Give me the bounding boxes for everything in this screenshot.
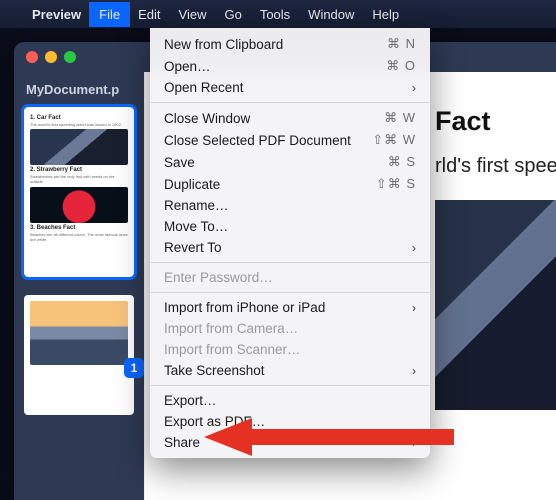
menubar: Preview File Edit View Go Tools Window H… [0,0,556,28]
menu-shortcut: ⌘ N [387,36,416,52]
menu-item-label: Share [164,435,200,450]
close-traffic-light[interactable] [26,51,38,63]
menu-item-label: Take Screenshot [164,363,265,378]
menu-item-label: Save [164,155,195,170]
page-body-fragment: rld's first speeding [435,155,556,178]
menu-item-open-recent[interactable]: Open Recent › [150,77,430,98]
menu-item-close-window[interactable]: Close Window ⌘ W [150,107,430,129]
zoom-traffic-light[interactable] [64,51,76,63]
menu-shortcut: ⇧⌘ S [376,176,416,192]
menu-separator [150,385,430,386]
thumb-heading: 1. Car Fact [30,115,128,121]
menu-shortcut: ⌘ O [386,58,416,74]
app-name[interactable]: Preview [32,7,81,22]
menu-item-revert-to[interactable]: Revert To › [150,237,430,258]
menu-shortcut: ⌘ S [388,154,416,170]
menu-item-enter-password: Enter Password… [150,267,430,288]
menu-shortcut: ⌘ W [384,110,416,126]
menu-item-rename[interactable]: Rename… [150,195,430,216]
page-photo [435,200,556,410]
menu-separator [150,262,430,263]
menu-item-label: Enter Password… [164,270,273,285]
thumb-text: Strawberries are the only fruit with see… [30,174,128,184]
menu-window[interactable]: Window [308,7,354,22]
menu-item-label: Close Selected PDF Document [164,133,351,148]
file-menu-dropdown: New from Clipboard ⌘ N Open… ⌘ O Open Recent… [150,28,430,458]
page-heading-fragment: Fact [435,106,556,137]
menu-file[interactable]: File [89,2,130,27]
menu-shortcut: ⇧⌘ W [372,132,416,148]
thumb-image-strawberry [30,187,128,223]
menu-item-label: Open Recent [164,80,244,95]
menu-separator [150,292,430,293]
chevron-right-icon: › [412,81,416,95]
menu-help[interactable]: Help [372,7,399,22]
menu-item-import-from-iphone-or-ipad[interactable]: Import from iPhone or iPad › [150,297,430,318]
menu-item-label: Move To… [164,219,228,234]
chevron-right-icon: › [412,301,416,315]
thumb-text: Beaches are all different colors. The mo… [30,232,128,242]
menu-item-new-from-clipboard[interactable]: New from Clipboard ⌘ N [150,33,430,55]
menu-item-label: Close Window [164,111,250,126]
page-index-badge: 1 [124,358,144,378]
menu-item-label: Duplicate [164,177,220,192]
annotation-arrow [204,414,454,460]
document-tab[interactable]: MyDocument.p [24,78,134,107]
thumb-heading: 2. Strawberry Fact [30,167,128,173]
thumb-image-car [30,129,128,165]
menu-go[interactable]: Go [224,7,241,22]
menu-edit[interactable]: Edit [138,7,160,22]
menu-separator [150,102,430,103]
menu-item-label: Import from Scanner… [164,342,301,357]
menu-view[interactable]: View [179,7,207,22]
thumb-heading: 3. Beaches Fact [30,225,128,231]
menu-item-import-from-camera: Import from Camera… [150,318,430,339]
menu-item-label: Revert To [164,240,222,255]
menu-item-close-selected-pdf-document[interactable]: Close Selected PDF Document ⇧⌘ W [150,129,430,151]
menu-tools[interactable]: Tools [260,7,290,22]
chevron-right-icon: › [412,241,416,255]
menu-item-export[interactable]: Export… [150,390,430,411]
menu-item-label: Import from Camera… [164,321,298,336]
menu-item-move-to[interactable]: Move To… [150,216,430,237]
menu-item-label: Open… [164,59,211,74]
chevron-right-icon: › [412,364,416,378]
page-thumbnail-1[interactable]: 1. Car Fact The world's first speeding t… [24,107,134,277]
minimize-traffic-light[interactable] [45,51,57,63]
menu-item-label: New from Clipboard [164,37,283,52]
menu-item-import-from-scanner: Import from Scanner… [150,339,430,360]
menu-item-label: Import from iPhone or iPad [164,300,325,315]
sidebar: MyDocument.p 1. Car Fact The world's fir… [14,72,144,500]
menu-item-save[interactable]: Save ⌘ S [150,151,430,173]
menu-item-open[interactable]: Open… ⌘ O [150,55,430,77]
thumb-text: The world's first speeding ticket was is… [30,122,128,127]
page-thumbnail-2[interactable] [24,295,134,415]
menu-item-label: Export… [164,393,217,408]
menu-item-take-screenshot[interactable]: Take Screenshot › [150,360,430,381]
menu-item-duplicate[interactable]: Duplicate ⇧⌘ S [150,173,430,195]
menu-item-label: Rename… [164,198,229,213]
thumb-image-sunset [30,301,128,365]
